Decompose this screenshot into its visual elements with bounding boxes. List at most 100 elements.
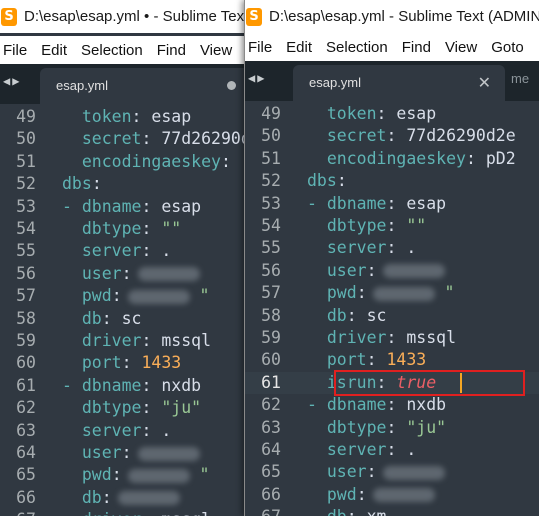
colon: : [141, 129, 152, 149]
colon: : [141, 398, 152, 418]
text-cursor [460, 372, 462, 393]
line-content: db: xm [307, 506, 387, 516]
yaml-key: driver [326, 328, 387, 347]
close-icon[interactable]: ✕ [478, 73, 491, 92]
code-line: 59 driver: mssql [245, 327, 539, 349]
yaml-key: user [81, 263, 122, 283]
menu-edit[interactable]: Edit [41, 42, 67, 59]
tab-nav-arrows-icon[interactable]: ◀▶ [3, 74, 21, 88]
yaml-key: dbname [81, 196, 142, 216]
line-content: db: sc [307, 305, 387, 327]
tab-nav-arrows-icon[interactable]: ◀▶ [248, 71, 266, 85]
line-content: - dbname: nxdb [307, 394, 446, 416]
code-editor[interactable]: 49 token: esap50 secret: 77d26290d2e51 e… [245, 101, 539, 516]
sublime-window-left: S D:\esap\esap.yml • - Sublime Text (UNR… [0, 0, 248, 516]
menu-view[interactable]: View [445, 39, 477, 56]
colon: : [386, 328, 397, 347]
yaml-value: . [151, 241, 172, 261]
menu-selection[interactable]: Selection [81, 42, 143, 59]
line-content: pwd: " [62, 285, 210, 307]
code-line: 61 isrun: true [245, 371, 539, 395]
tab-esap-yml[interactable]: esap.yml [40, 68, 248, 104]
line-content: encodingaeskey: pD2 [307, 148, 516, 170]
colon: : [346, 305, 357, 325]
code-line: 65 user: [245, 461, 539, 483]
line-content: user: [307, 260, 445, 282]
redacted-blur [137, 446, 200, 461]
line-content: secret: 77d26290d2e [307, 125, 516, 147]
colon: : [386, 417, 397, 437]
menu-edit[interactable]: Edit [286, 39, 312, 56]
colon: : [336, 171, 347, 191]
sublime-window-right: S D:\esap\esap.yml - Sublime Text (ADMIN… [244, 0, 539, 516]
yaml-value: sc [356, 305, 387, 325]
menu-view[interactable]: View [200, 42, 232, 59]
yaml-value: 77d26290d2e [396, 126, 516, 146]
line-number: 61 [261, 372, 281, 392]
sublime-logo-icon: S [1, 7, 17, 26]
line-number: 54 [261, 216, 281, 235]
modified-dot-icon[interactable] [227, 81, 236, 90]
colon: : [347, 507, 357, 516]
menu-file[interactable]: File [248, 39, 272, 56]
line-content: dbtype: "" [307, 215, 426, 237]
code-line: 67 db: xm [245, 506, 539, 516]
menu-find[interactable]: Find [157, 42, 186, 59]
yaml-key: dbtype [81, 219, 142, 238]
menu-file[interactable]: File [3, 42, 27, 59]
line-number: 50 [16, 129, 36, 149]
tab-label: esap.yml [309, 75, 362, 90]
code-line: 56 user: [245, 260, 539, 282]
yaml-value: mssql [151, 331, 212, 350]
line-number: 55 [16, 241, 36, 261]
line-number: 63 [261, 417, 281, 437]
yaml-key: pwd [326, 283, 357, 303]
title-bar[interactable]: S D:\esap\esap.yml - Sublime Text (ADMIN… [245, 0, 539, 33]
colon: : [121, 353, 132, 373]
yaml-value: " [189, 465, 210, 485]
menu-goto[interactable]: Goto [491, 39, 524, 56]
line-content: db: [62, 487, 180, 509]
yaml-value: " [189, 286, 210, 306]
line-number: 52 [16, 174, 36, 194]
menu-selection[interactable]: Selection [326, 39, 388, 56]
menu-bar: FileEditSelectionFindViewGotoTools [0, 36, 248, 64]
list-dash: - [307, 193, 327, 213]
code-line: 66 db: [0, 487, 248, 509]
yaml-value: pD2 [475, 148, 516, 168]
yaml-value: esap [386, 104, 437, 123]
yaml-key: encodingaeskey [326, 148, 466, 168]
yaml-key: pwd [81, 286, 112, 306]
menu-bar: File Edit Selection Find View Goto [245, 33, 539, 61]
yaml-key: db [81, 308, 102, 328]
line-number: 66 [261, 484, 281, 504]
tab-second[interactable]: me [511, 71, 529, 86]
yaml-key: dbname [326, 395, 387, 415]
colon: : [366, 462, 377, 482]
code-line: 63 server: . [0, 420, 248, 442]
tab-esap-yml[interactable]: esap.yml ✕ [293, 65, 505, 101]
yaml-value: . [396, 440, 417, 459]
yaml-key: db [327, 507, 347, 516]
colon: : [465, 148, 476, 168]
yaml-key: dbtype [81, 398, 142, 418]
line-number: 62 [16, 398, 36, 418]
list-dash: - [62, 196, 82, 216]
code-editor[interactable]: 49 token: esap50 secret: 77d26290d2e51 e… [0, 104, 248, 516]
menu-find[interactable]: Find [402, 39, 431, 56]
line-number: 67 [245, 506, 281, 516]
title-bar[interactable]: S D:\esap\esap.yml • - Sublime Text (UNR… [0, 0, 248, 33]
code-line: 54 dbtype: "" [0, 218, 248, 240]
colon: : [386, 126, 397, 146]
line-content: token: esap [62, 106, 191, 128]
code-line: 62 dbtype: "ju" [0, 397, 248, 419]
